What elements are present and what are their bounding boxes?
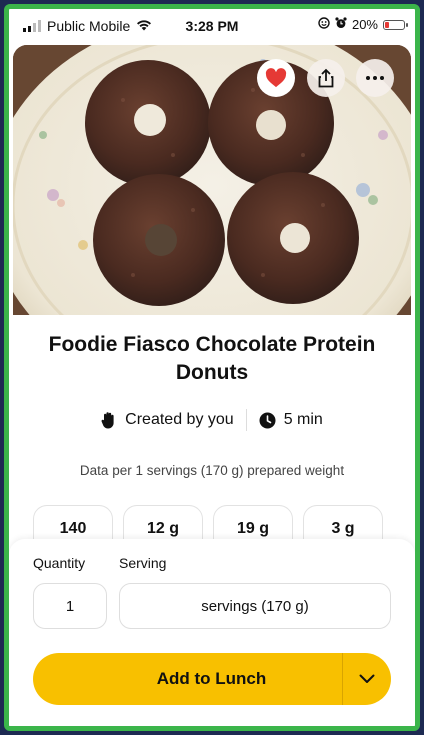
serving-data-line: Data per 1 servings (170 g) prepared wei… (79, 463, 345, 478)
like-button[interactable] (257, 59, 295, 97)
prep-time-label: 5 min (283, 411, 323, 428)
more-button[interactable] (356, 59, 394, 97)
serving-label: Serving (119, 555, 167, 571)
hand-icon (101, 412, 114, 429)
created-by: Created by you (89, 411, 246, 429)
donuts-image (13, 45, 411, 315)
chevron-down-icon (359, 674, 375, 683)
recipe-title: Foodie Fiasco Chocolate Protein Donuts (48, 333, 376, 384)
add-to-meal-button[interactable]: Add to Lunch (33, 653, 391, 705)
device-frame: Public Mobile 3:28 PM 20% Foodie Fiasco … (0, 0, 424, 735)
quantity-label: Quantity (33, 555, 86, 571)
serving-select[interactable]: servings (170 g) (119, 583, 391, 629)
add-to-meal-label: Add to Lunch (156, 669, 267, 688)
more-icon (366, 76, 384, 80)
created-by-label: Created by you (125, 411, 234, 428)
battery-percent: 20% (351, 17, 378, 32)
recipe-photo (13, 45, 411, 315)
share-button[interactable] (307, 59, 345, 97)
focus-icon (318, 17, 330, 32)
add-food-sheet: Quantity Serving 1 servings (170 g) Add … (9, 539, 415, 726)
heart-icon (265, 68, 287, 88)
status-right: 20% (318, 17, 408, 32)
clock-icon (259, 412, 276, 428)
meal-dropdown-button[interactable] (343, 653, 391, 705)
share-icon (318, 68, 334, 88)
recipe-meta: Created by you 5 min (9, 409, 415, 431)
quantity-input[interactable]: 1 (33, 583, 107, 629)
battery-icon (383, 19, 408, 30)
prep-time: 5 min (247, 411, 335, 429)
status-bar: Public Mobile 3:28 PM 20% (9, 9, 415, 43)
alarm-icon (335, 17, 347, 32)
screen: Public Mobile 3:28 PM 20% Foodie Fiasco … (4, 4, 420, 731)
